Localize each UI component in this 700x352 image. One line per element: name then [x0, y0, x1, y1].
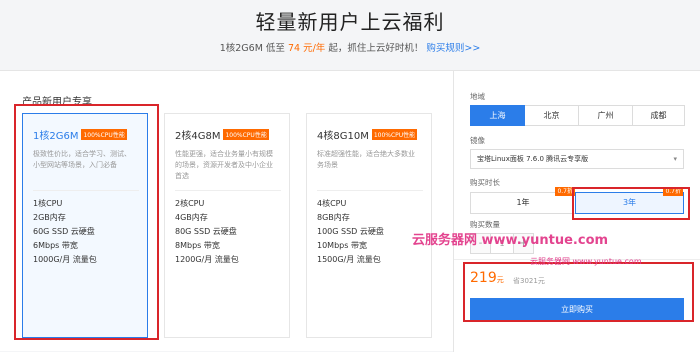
- image-select[interactable]: 宝塔Linux面板 7.6.0 腾讯云专享版 ▾: [470, 149, 684, 169]
- duration-label-1y: 1年: [516, 198, 530, 207]
- spec-item: 100G SSD 云硬盘: [317, 227, 384, 236]
- product-desc: 标准超强性能，适合绝大多数业务场景: [317, 150, 415, 169]
- spec-list: 2核CPU 4GB内存 80G SSD 云硬盘 8Mbps 带宽 1200G/月…: [175, 190, 281, 267]
- spec-list: 4核CPU 8GB内存 100G SSD 云硬盘 10Mbps 带宽 1500G…: [317, 190, 423, 267]
- duration-label: 购买时长: [470, 178, 500, 187]
- duration-option-1y[interactable]: 1年 0.7折: [470, 187, 576, 214]
- highlight-box-duration: [572, 187, 690, 220]
- spec-item: 2核CPU: [175, 199, 205, 208]
- watermark-large: 云服务器网 www.yuntue.com: [412, 233, 609, 248]
- cpu-badge: 100%CPU性能: [223, 129, 269, 140]
- promo-suffix: 起，抓住上云好时机！: [328, 43, 424, 54]
- product-desc: 性能更强，适合业务量小有规模的场景，资源开发者及中小企业首选: [175, 150, 273, 180]
- spec-item: 10Mbps 带宽: [317, 241, 367, 250]
- highlight-box-price: [463, 262, 694, 322]
- highlight-box-product: [14, 104, 159, 340]
- image-label: 镜像: [470, 136, 485, 145]
- product-card-3[interactable]: 4核8G10M 100%CPU性能 标准超强性能，适合绝大多数业务场景 4核CPU…: [306, 113, 432, 338]
- promo-subtitle: 1核2G6M 低至 74 元/年 起，抓住上云好时机！ 购买规则>>: [0, 40, 700, 54]
- spec-item: 4GB内存: [175, 213, 208, 222]
- purchase-panel: 产品新用户专享 1核2G6M 100%CPU性能 极致性价比，适合学习、测试、小型…: [0, 70, 700, 352]
- spec-item: 80G SSD 云硬盘: [175, 227, 237, 236]
- chevron-down-icon: ▾: [673, 155, 677, 163]
- promo-prefix: 1核2G6M 低至: [219, 43, 285, 54]
- region-selector: 上海 北京 广州 成都: [470, 105, 685, 126]
- page-title: 轻量新用户上云福利: [255, 10, 445, 34]
- spec-item: 8Mbps 带宽: [175, 241, 220, 250]
- spec-item: 1500G/月 流量包: [317, 255, 381, 264]
- page-header: 轻量新用户上云福利 1核2G6M 低至 74 元/年 起，抓住上云好时机！ 购买…: [0, 0, 700, 70]
- cpu-badge: 100%CPU性能: [371, 129, 418, 140]
- region-option-beijing[interactable]: 北京: [524, 105, 579, 126]
- image-select-value: 宝塔Linux面板 7.6.0 腾讯云专享版: [477, 155, 589, 163]
- spec-item: 4核CPU: [317, 199, 347, 208]
- product-name: 2核4G8M: [175, 131, 221, 142]
- spec-item: 8GB内存: [317, 213, 350, 222]
- region-option-chengdu[interactable]: 成都: [632, 105, 685, 126]
- rules-link[interactable]: 购买规则>>: [426, 43, 480, 54]
- region-label: 地域: [470, 92, 485, 101]
- spec-item: 1200G/月 流量包: [175, 255, 239, 264]
- watermark-small: 云服务器网 www.yuntue.com: [530, 257, 642, 266]
- config-sidebar: 地域 上海 北京 广州 成都 镜像 宝塔Linux面板 7.6.0 腾讯云专享版…: [453, 71, 700, 352]
- region-option-shanghai[interactable]: 上海: [470, 105, 525, 126]
- price-area: 219元 省3021元 立即购买: [454, 259, 700, 352]
- region-option-guangzhou[interactable]: 广州: [578, 105, 633, 126]
- product-name: 4核8G10M: [317, 131, 369, 142]
- product-card-2[interactable]: 2核4G8M 100%CPU性能 性能更强，适合业务量小有规模的场景，资源开发者及…: [164, 113, 290, 338]
- promo-price: 74 元/年: [287, 43, 326, 54]
